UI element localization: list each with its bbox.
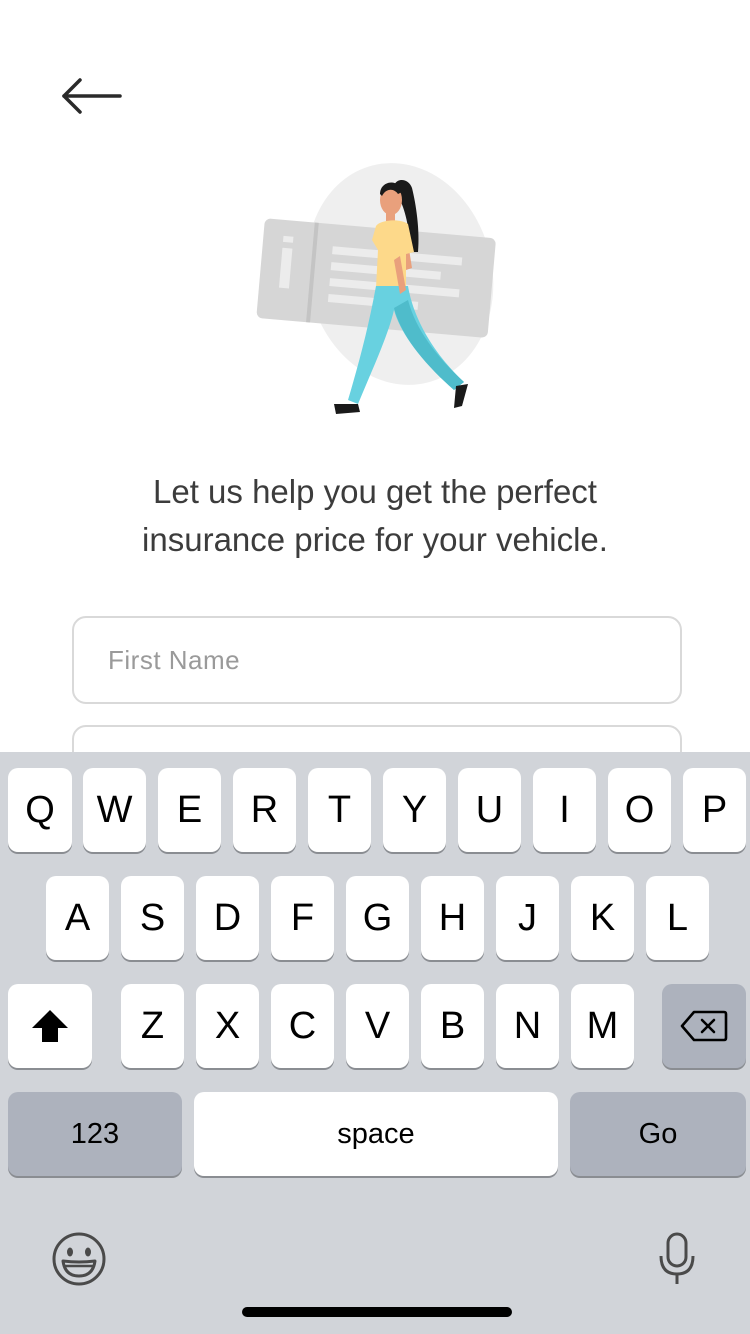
key-a[interactable]: A <box>46 876 109 960</box>
woman-walking-illustration <box>250 160 500 420</box>
key-d[interactable]: D <box>196 876 259 960</box>
microphone-icon <box>659 1232 695 1284</box>
key-f[interactable]: F <box>271 876 334 960</box>
shift-key[interactable] <box>8 984 92 1068</box>
key-e[interactable]: E <box>158 768 221 852</box>
delete-key[interactable] <box>662 984 746 1068</box>
key-g[interactable]: G <box>346 876 409 960</box>
key-w[interactable]: W <box>83 768 146 852</box>
keyboard: Q W E R T Y U I O P A S D F G H J K L Z … <box>0 752 750 1334</box>
key-n[interactable]: N <box>496 984 559 1068</box>
key-y[interactable]: Y <box>383 768 446 852</box>
key-b[interactable]: B <box>421 984 484 1068</box>
key-u[interactable]: U <box>458 768 521 852</box>
emoji-button[interactable] <box>50 1230 108 1288</box>
key-i[interactable]: I <box>533 768 596 852</box>
key-p[interactable]: P <box>683 768 746 852</box>
go-key[interactable]: Go <box>570 1092 746 1176</box>
first-name-input[interactable] <box>74 618 680 702</box>
key-t[interactable]: T <box>308 768 371 852</box>
key-m[interactable]: M <box>571 984 634 1068</box>
intro-line-2: insurance price for your vehicle. <box>142 521 608 558</box>
key-v[interactable]: V <box>346 984 409 1068</box>
numbers-key[interactable]: 123 <box>8 1092 182 1176</box>
key-x[interactable]: X <box>196 984 259 1068</box>
space-key[interactable]: space <box>194 1092 558 1176</box>
key-r[interactable]: R <box>233 768 296 852</box>
back-button[interactable] <box>56 70 128 122</box>
key-q[interactable]: Q <box>8 768 72 852</box>
key-j[interactable]: J <box>496 876 559 960</box>
intro-text: Let us help you get the perfect insuranc… <box>75 468 675 564</box>
key-z[interactable]: Z <box>121 984 184 1068</box>
key-c[interactable]: C <box>271 984 334 1068</box>
emoji-icon <box>52 1232 106 1286</box>
home-indicator <box>242 1307 512 1317</box>
backspace-icon <box>680 1010 728 1042</box>
key-l[interactable]: L <box>646 876 709 960</box>
microphone-button[interactable] <box>656 1230 698 1288</box>
key-h[interactable]: H <box>421 876 484 960</box>
key-k[interactable]: K <box>571 876 634 960</box>
intro-line-1: Let us help you get the perfect <box>153 473 597 510</box>
shift-arrow-icon <box>32 1010 68 1042</box>
arrow-left-icon <box>62 78 122 114</box>
key-o[interactable]: O <box>608 768 671 852</box>
first-name-field[interactable] <box>72 616 682 704</box>
key-s[interactable]: S <box>121 876 184 960</box>
